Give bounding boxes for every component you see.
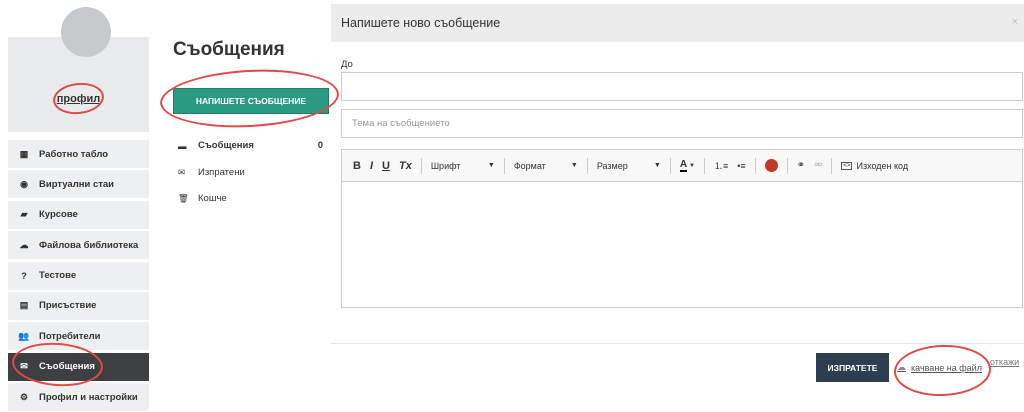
toolbar-divider bbox=[669, 157, 671, 174]
folder-inbox[interactable]: ▬ Съобщения 0 bbox=[178, 140, 323, 151]
unread-count-badge: 0 bbox=[317, 140, 323, 151]
page-title: Съобщения bbox=[173, 39, 285, 60]
underline-button[interactable]: U bbox=[382, 160, 390, 172]
folder-label: Съобщения bbox=[198, 140, 254, 151]
sidebar-item-label: Виртуални стаи bbox=[39, 178, 115, 190]
toolbar-divider bbox=[786, 157, 788, 174]
modal-header: Напишете ново съобщение × bbox=[331, 4, 1024, 42]
sidebar-item-dashboard[interactable]: ▦ Работно табло bbox=[8, 140, 149, 168]
question-circle-icon: ? bbox=[21, 270, 27, 281]
font-dropdown-label: Шрифт bbox=[430, 160, 461, 171]
document-icon: ▤ bbox=[19, 300, 29, 311]
link-icon[interactable]: ⚭ bbox=[797, 160, 805, 171]
italic-button[interactable]: I bbox=[370, 160, 373, 172]
gear-icon: ⚙ bbox=[19, 391, 29, 402]
chevron-down-icon: ▼ bbox=[570, 162, 578, 169]
sidebar-item-virtual-rooms[interactable]: ◉ Виртуални стаи bbox=[8, 170, 149, 199]
toolbar-divider bbox=[831, 157, 833, 174]
toolbar-divider bbox=[586, 157, 588, 174]
sidebar-item-file-library[interactable]: ☁ Файлова библиотека bbox=[8, 231, 149, 260]
page: профил ▦ Работно табло ◉ Виртуални стаи … bbox=[0, 0, 1024, 412]
text-color-button[interactable]: A ▼ bbox=[679, 159, 695, 172]
trash-icon: 🗑 bbox=[178, 193, 189, 203]
annotation-circle-compose bbox=[158, 65, 341, 132]
folder-trash[interactable]: 🗑 Кошче bbox=[178, 193, 323, 204]
play-circle-icon: ◉ bbox=[20, 178, 28, 189]
toolbar-divider bbox=[754, 157, 756, 174]
sidebar-item-label: Курсове bbox=[39, 209, 78, 221]
chevron-down-icon: ▼ bbox=[689, 162, 695, 169]
inbox-icon: ▬ bbox=[178, 140, 187, 151]
sidebar-item-label: Работно табло bbox=[39, 148, 109, 160]
sidebar-item-label: Файлова библиотека bbox=[39, 239, 139, 251]
avatar[interactable] bbox=[61, 7, 111, 57]
bulleted-list-icon[interactable]: •≡ bbox=[737, 161, 745, 171]
source-code-button[interactable]: <> Изходен код bbox=[841, 161, 908, 171]
modal-footer-divider bbox=[331, 343, 1024, 344]
sidebar-item-courses[interactable]: ▰ Курсове bbox=[8, 200, 149, 229]
chevron-down-icon: ▼ bbox=[487, 162, 495, 169]
size-dropdown-label: Размер bbox=[596, 160, 628, 171]
sidebar-item-attendance[interactable]: ▤ Присъствие bbox=[8, 291, 149, 320]
source-code-icon: <> bbox=[841, 161, 853, 170]
editor-toolbar: B I U Tx Шрифт ▼ Формат ▼ Размер ▼ A ▼ ⒈… bbox=[342, 150, 1022, 182]
text-color-label: A bbox=[679, 159, 688, 172]
rich-text-editor: B I U Tx Шрифт ▼ Формат ▼ Размер ▼ A ▼ ⒈… bbox=[341, 149, 1023, 308]
recipient-input[interactable] bbox=[341, 72, 1023, 101]
cloud-icon: ☁ bbox=[19, 239, 29, 250]
sidebar-item-tests[interactable]: ? Тестове bbox=[8, 261, 149, 290]
cancel-link[interactable]: откажи bbox=[990, 357, 1019, 367]
chevron-down-icon: ▼ bbox=[653, 162, 661, 169]
source-code-label: Изходен код bbox=[856, 160, 909, 171]
sidebar-item-label: Тестове bbox=[39, 270, 77, 282]
format-dropdown-label: Формат bbox=[513, 160, 546, 171]
send-button[interactable]: ИЗПРАТЕТЕ bbox=[816, 353, 889, 382]
bold-button[interactable]: B bbox=[353, 160, 361, 172]
math-plugin-icon[interactable] bbox=[764, 159, 778, 172]
format-dropdown[interactable]: Формат ▼ bbox=[514, 161, 578, 171]
font-dropdown[interactable]: Шрифт ▼ bbox=[431, 161, 495, 171]
users-icon: 👥 bbox=[18, 330, 30, 341]
book-icon: ▰ bbox=[20, 209, 28, 220]
sidebar-item-label: Профил и настройки bbox=[39, 391, 138, 403]
close-icon[interactable]: × bbox=[1012, 16, 1018, 28]
envelope-icon: ✉ bbox=[178, 167, 186, 177]
sidebar-item-label: Присъствие bbox=[39, 300, 97, 312]
toolbar-divider bbox=[420, 157, 422, 174]
unlink-icon[interactable]: ⚮ bbox=[814, 160, 822, 171]
dashboard-icon: ▦ bbox=[19, 148, 29, 159]
numbered-list-icon[interactable]: ⒈≡ bbox=[714, 159, 728, 172]
folder-label: Изпратени bbox=[198, 167, 245, 178]
size-dropdown[interactable]: Размер ▼ bbox=[597, 161, 661, 171]
subject-input[interactable]: Тема на съобщението bbox=[341, 109, 1023, 138]
sidebar-item-profile-settings[interactable]: ⚙ Профил и настройки bbox=[8, 383, 149, 412]
subject-placeholder: Тема на съобщението bbox=[352, 118, 450, 129]
clear-format-button[interactable]: Tx bbox=[399, 160, 412, 172]
toolbar-divider bbox=[704, 157, 705, 174]
sidebar-item-label: Потребители bbox=[39, 330, 101, 342]
folder-sent[interactable]: ✉ Изпратени bbox=[178, 167, 323, 178]
to-label: До bbox=[341, 59, 353, 70]
toolbar-divider bbox=[503, 157, 505, 174]
modal-title: Напишете ново съобщение bbox=[341, 16, 501, 30]
message-body-editor[interactable] bbox=[342, 182, 1022, 307]
folder-label: Кошче bbox=[198, 193, 227, 204]
